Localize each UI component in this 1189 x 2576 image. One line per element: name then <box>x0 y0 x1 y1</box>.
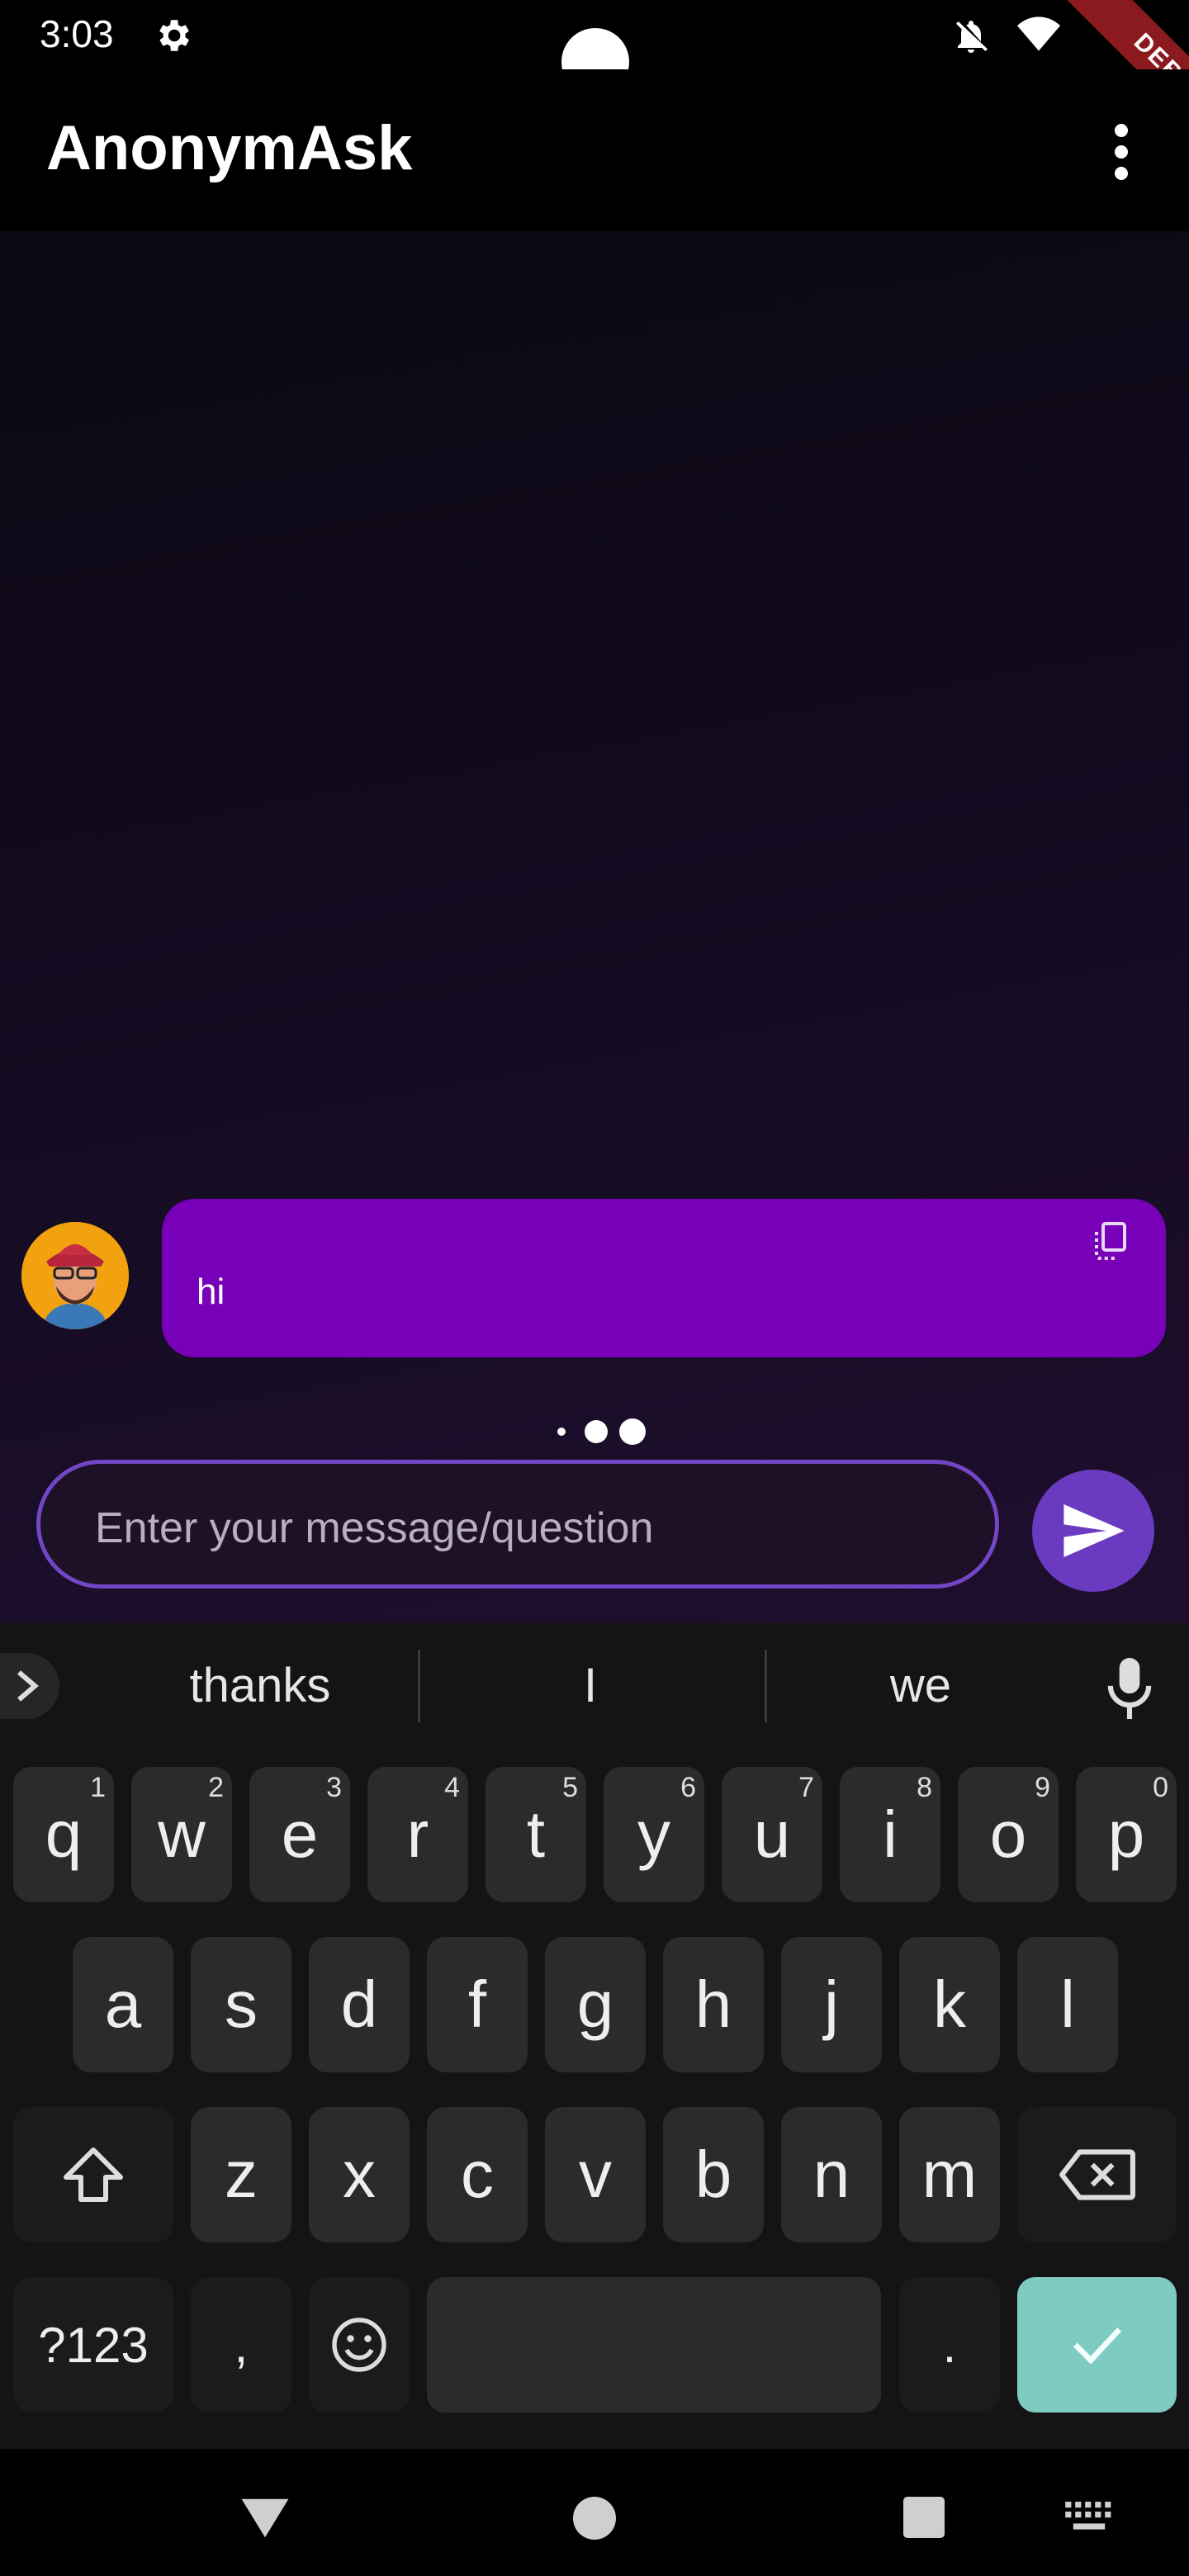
key-label: p <box>1107 1797 1145 1871</box>
key-n[interactable]: n <box>781 2107 882 2242</box>
space-key[interactable] <box>427 2277 881 2413</box>
expand-toolbar-button[interactable] <box>0 1653 59 1719</box>
suggestion-2[interactable]: I <box>421 1623 760 1747</box>
key-k[interactable]: k <box>899 1937 1000 2072</box>
suggestion-divider <box>765 1650 767 1722</box>
recents-icon <box>903 2497 945 2538</box>
key-v[interactable]: v <box>545 2107 646 2242</box>
key-label: r <box>406 1797 429 1871</box>
send-icon <box>1063 1504 1125 1557</box>
app-bar: AnonymAsk <box>0 69 1189 231</box>
avatar <box>21 1222 129 1329</box>
key-h[interactable]: h <box>663 1937 764 2072</box>
key-label: t <box>526 1797 546 1871</box>
key-hint: 7 <box>798 1772 814 1803</box>
home-icon <box>573 2497 616 2540</box>
key-q[interactable]: q1 <box>13 1767 114 1902</box>
backspace-icon <box>1059 2149 1135 2200</box>
key-z[interactable]: z <box>191 2107 291 2242</box>
shift-key[interactable] <box>13 2107 173 2242</box>
key-m[interactable]: m <box>899 2107 1000 2242</box>
key-hint: 2 <box>208 1772 224 1803</box>
key-f[interactable]: f <box>427 1937 528 2072</box>
keyboard: thanks I we q1 w2 e3 r4 t5 y6 u7 i8 o9 p… <box>0 1623 1189 2449</box>
copy-icon[interactable] <box>1090 1220 1130 1263</box>
back-icon <box>241 2498 289 2538</box>
key-hint: 0 <box>1153 1772 1168 1803</box>
period-key[interactable]: . <box>899 2277 1000 2413</box>
key-label: u <box>753 1797 791 1871</box>
recents-button[interactable] <box>903 2497 945 2542</box>
key-label: q <box>45 1797 83 1871</box>
emoji-icon <box>332 2318 386 2372</box>
key-hint: 9 <box>1035 1772 1050 1803</box>
suggestion-3[interactable]: we <box>768 1623 1073 1747</box>
emoji-key[interactable] <box>309 2277 410 2413</box>
message-bubble[interactable]: hi <box>162 1199 1166 1357</box>
back-button[interactable] <box>239 2497 291 2544</box>
key-label: o <box>989 1797 1027 1871</box>
key-c[interactable]: c <box>427 2107 528 2242</box>
key-l[interactable]: l <box>1017 1937 1118 2072</box>
notifications-off-icon <box>951 17 991 56</box>
suggestion-1[interactable]: thanks <box>91 1623 429 1747</box>
key-label: y <box>637 1797 670 1871</box>
key-w[interactable]: w2 <box>131 1767 232 1902</box>
key-label: i <box>883 1797 898 1871</box>
key-hint: 3 <box>326 1772 342 1803</box>
key-hint: 6 <box>680 1772 696 1803</box>
settings-icon <box>152 15 193 56</box>
more-vert-icon[interactable] <box>1098 119 1144 185</box>
key-label: w <box>158 1797 206 1871</box>
typing-dots-icon <box>553 1413 661 1450</box>
key-hint: 5 <box>562 1772 578 1803</box>
keyboard-icon <box>1065 2502 1111 2530</box>
key-y[interactable]: y6 <box>604 1767 704 1902</box>
key-b[interactable]: b <box>663 2107 764 2242</box>
key-hint: 8 <box>917 1772 932 1803</box>
shift-icon <box>64 2147 123 2202</box>
key-label: e <box>281 1797 319 1871</box>
key-p[interactable]: p0 <box>1076 1767 1177 1902</box>
message-text: hi <box>197 1271 225 1312</box>
comma-key[interactable]: , <box>191 2277 291 2413</box>
key-s[interactable]: s <box>191 1937 291 2072</box>
key-t[interactable]: t5 <box>486 1767 586 1902</box>
key-g[interactable]: g <box>545 1937 646 2072</box>
status-time: 3:03 <box>40 12 114 55</box>
home-button[interactable] <box>573 2497 616 2544</box>
key-j[interactable]: j <box>781 1937 882 2072</box>
navigation-bar <box>0 2449 1189 2576</box>
key-hint: 4 <box>444 1772 460 1803</box>
chat-area[interactable]: hi Enter your message/question <box>0 231 1189 1623</box>
suggestion-divider <box>418 1650 420 1722</box>
key-o[interactable]: o9 <box>958 1767 1059 1902</box>
key-hint: 1 <box>90 1772 106 1803</box>
backspace-key[interactable] <box>1017 2107 1177 2242</box>
message-input[interactable]: Enter your message/question <box>36 1460 999 1589</box>
enter-key[interactable] <box>1017 2277 1177 2413</box>
app-title: AnonymAsk <box>46 113 413 183</box>
key-x[interactable]: x <box>309 2107 410 2242</box>
symbols-key[interactable]: ?123 <box>13 2277 173 2413</box>
key-i[interactable]: i8 <box>840 1767 940 1902</box>
key-r[interactable]: r4 <box>367 1767 468 1902</box>
key-e[interactable]: e3 <box>249 1767 350 1902</box>
key-u[interactable]: u7 <box>722 1767 822 1902</box>
key-a[interactable]: a <box>73 1937 173 2072</box>
microphone-icon[interactable] <box>1106 1658 1153 1719</box>
keyboard-switch-button[interactable] <box>1065 2502 1113 2536</box>
message-input-placeholder: Enter your message/question <box>95 1504 654 1552</box>
check-icon <box>1073 2327 1121 2365</box>
key-d[interactable]: d <box>309 1937 410 2072</box>
send-button[interactable] <box>1032 1470 1154 1592</box>
